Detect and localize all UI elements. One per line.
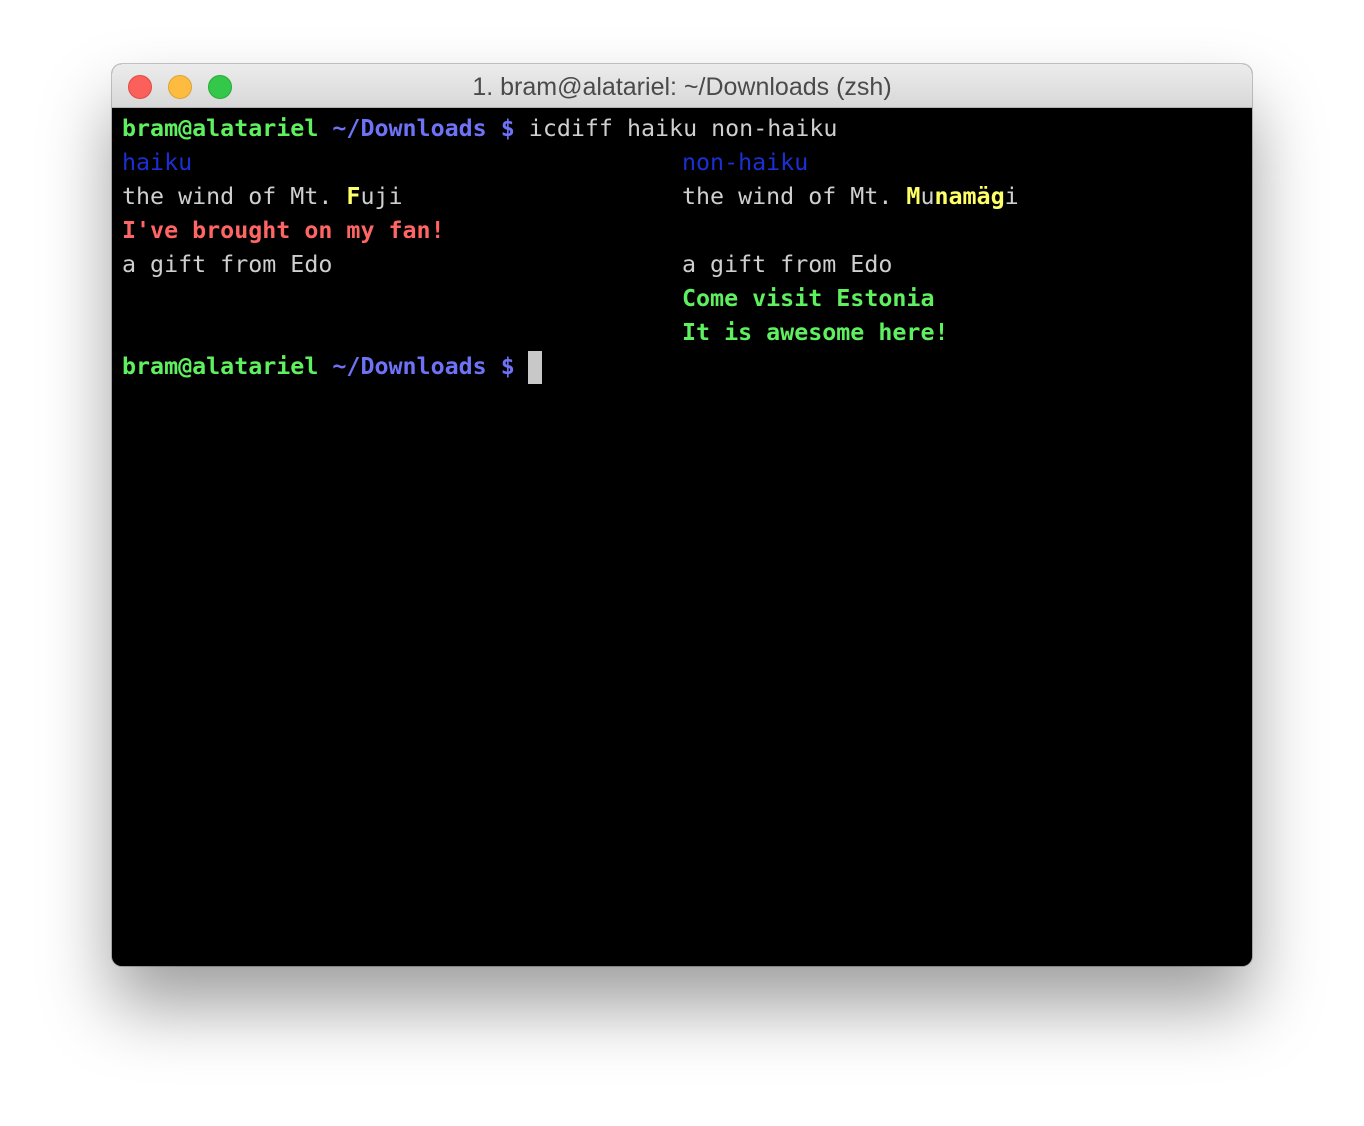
prompt-symbol: $ <box>500 115 515 142</box>
right-diff-line-3: a gift from Edo <box>682 251 893 278</box>
window-title: 1. bram@alatariel: ~/Downloads (zsh) <box>472 73 892 101</box>
right-line1-prefix: the wind of Mt. <box>682 183 907 210</box>
command-line: bram@alatariel ~/Downloads $ icdiff haik… <box>122 112 837 146</box>
right-file-header: non-haiku <box>682 149 809 176</box>
right-line1-suffix: i <box>1004 183 1019 210</box>
left-line1-suffix: uji <box>360 183 403 210</box>
prompt-line: bram@alatariel ~/Downloads $ <box>122 350 515 384</box>
left-diff-line-3: a gift from Edo <box>122 251 333 278</box>
right-diff-line-1: the wind of Mt. Munamägi <box>682 180 1019 214</box>
right-line1-changed-b: namäg <box>934 183 1005 210</box>
right-added-line-2: It is awesome here! <box>682 319 949 346</box>
text-cursor <box>528 351 542 384</box>
right-added-line-1: Come visit Estonia <box>682 285 935 312</box>
prompt-symbol-2: $ <box>500 353 515 380</box>
prompt-path-2: ~/Downloads <box>332 353 487 380</box>
command-text: icdiff haiku non-haiku <box>528 115 838 142</box>
prompt-path: ~/Downloads <box>332 115 487 142</box>
prompt-user-host: bram@alatariel <box>122 115 319 142</box>
terminal-window: 1. bram@alatariel: ~/Downloads (zsh) bra… <box>112 64 1252 966</box>
terminal-content[interactable]: bram@alatariel ~/Downloads $ icdiff haik… <box>112 108 1252 966</box>
left-line1-prefix: the wind of Mt. <box>122 183 347 210</box>
title-bar[interactable]: 1. bram@alatariel: ~/Downloads (zsh) <box>112 64 1252 108</box>
left-diff-line-1: the wind of Mt. Fuji <box>122 180 403 214</box>
left-line1-changed: F <box>346 183 361 210</box>
prompt-user-host-2: bram@alatariel <box>122 353 319 380</box>
right-line1-mid: u <box>920 183 935 210</box>
left-file-header: haiku <box>122 149 193 176</box>
left-removed-line: I've brought on my fan! <box>122 217 445 244</box>
right-line1-changed-a: M <box>906 183 921 210</box>
